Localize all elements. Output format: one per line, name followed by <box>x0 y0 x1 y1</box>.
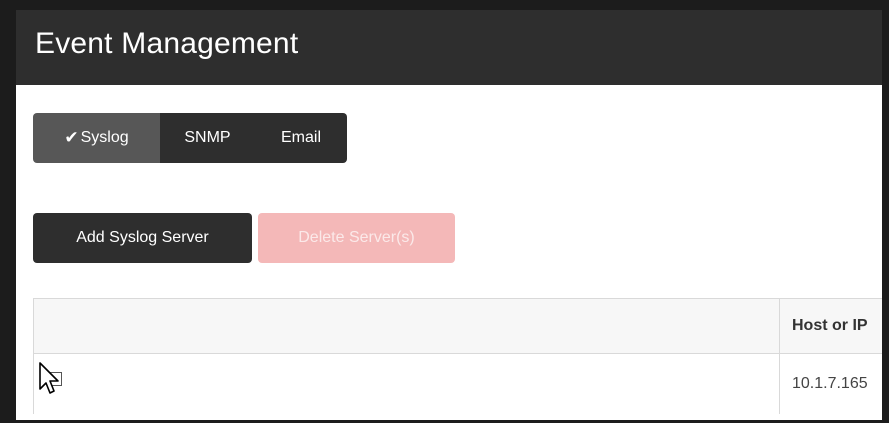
syslog-servers-table: Host or IP 10.1.7.165 <box>33 298 882 414</box>
tab-syslog-label: Syslog <box>80 129 129 146</box>
host-cell: 10.1.7.165 <box>792 375 868 392</box>
column-header-host: Host or IP <box>792 317 868 334</box>
page-title: Event Management <box>35 27 299 60</box>
mouse-pointer-icon <box>39 362 59 394</box>
tab-syslog[interactable]: ✔ Syslog <box>33 113 160 163</box>
page-header: Event Management <box>16 10 882 85</box>
add-syslog-server-button[interactable]: Add Syslog Server <box>33 213 252 263</box>
table-header: Host or IP <box>33 299 882 354</box>
tab-snmp-label: SNMP <box>184 129 231 146</box>
delete-servers-button[interactable]: Delete Server(s) <box>258 213 455 263</box>
tab-email-label: Email <box>280 129 321 146</box>
column-divider <box>779 299 780 353</box>
column-divider <box>779 354 780 414</box>
table-row: 10.1.7.165 <box>33 354 882 414</box>
event-type-tabs: ✔ Syslog SNMP Email <box>33 113 347 163</box>
checkmark-icon: ✔ <box>64 128 79 147</box>
tab-snmp[interactable]: SNMP <box>160 113 255 163</box>
app-window: Event Management ✔ Syslog SNMP Email Add… <box>0 0 889 423</box>
tab-email[interactable]: Email <box>255 113 347 163</box>
